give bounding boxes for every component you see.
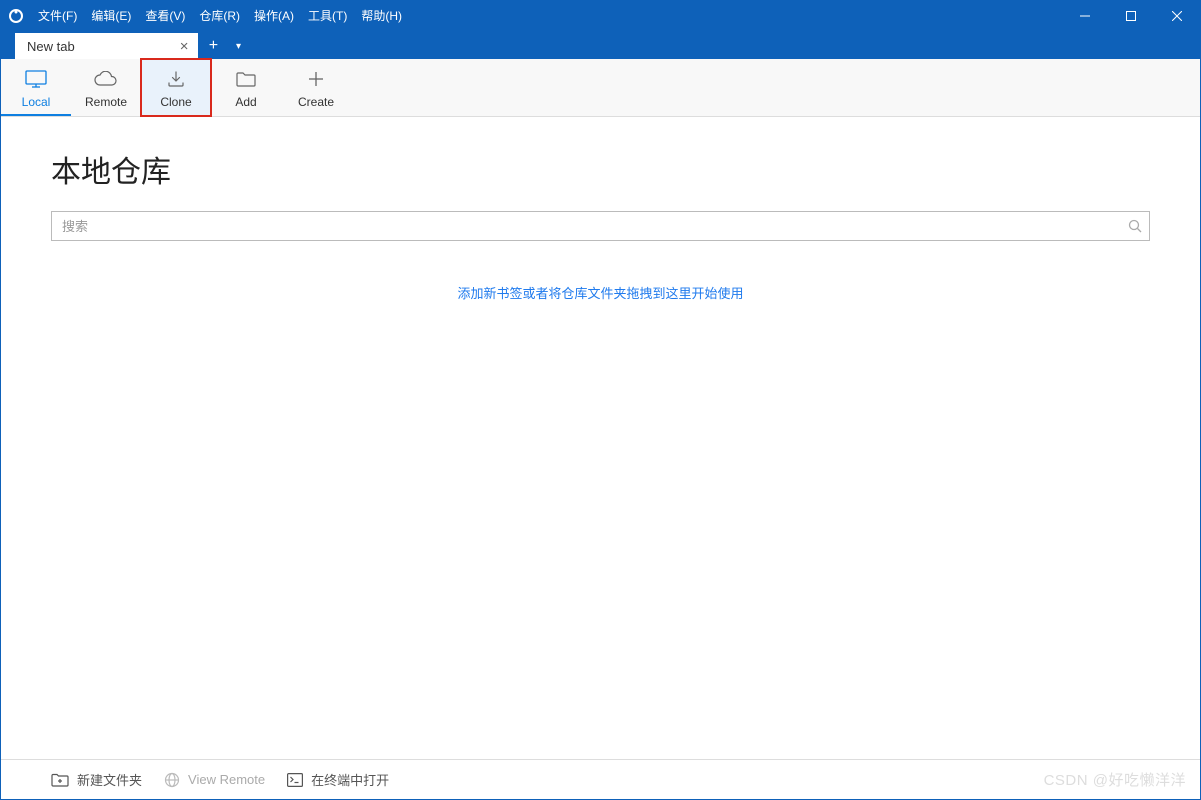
new-folder-button[interactable]: 新建文件夹 [51,770,142,789]
minimize-button[interactable] [1062,1,1108,31]
titlebar: 文件(F) 编辑(E) 查看(V) 仓库(R) 操作(A) 工具(T) 帮助(H… [1,1,1200,31]
new-tab-button[interactable]: + [198,33,228,59]
watermark: CSDN @好吃懒洋洋 [1044,769,1186,790]
menu-view[interactable]: 查看(V) [138,1,192,31]
folder-plus-icon [51,773,69,787]
tab-label: New tab [27,39,75,54]
menu-repo[interactable]: 仓库(R) [192,1,247,31]
menu-tools[interactable]: 工具(T) [301,1,354,31]
search-input[interactable] [51,211,1150,241]
clone-button[interactable]: Clone [141,59,211,116]
open-terminal-button[interactable]: 在终端中打开 [287,770,389,789]
tab-new[interactable]: New tab × [15,33,198,59]
menu-help[interactable]: 帮助(H) [354,1,409,31]
maximize-button[interactable] [1108,1,1154,31]
menu-action[interactable]: 操作(A) [247,1,301,31]
open-terminal-label: 在终端中打开 [311,770,389,789]
menu-file[interactable]: 文件(F) [31,1,84,31]
local-label: Local [22,95,51,109]
add-label: Add [235,95,256,109]
tab-close-icon[interactable]: × [180,39,189,54]
terminal-icon [287,773,303,787]
statusbar: 新建文件夹 View Remote 在终端中打开 CSDN @好吃懒洋洋 [1,759,1200,799]
window-controls [1062,1,1200,31]
tab-dropdown-button[interactable]: ▾ [228,33,248,59]
cloud-icon [94,69,118,89]
view-remote-button: View Remote [164,772,265,788]
tab-row: New tab × + ▾ [1,31,1200,59]
monitor-icon [25,69,47,89]
new-folder-label: 新建文件夹 [77,770,142,789]
main-content: 本地仓库 添加新书签或者将仓库文件夹拖拽到这里开始使用 [1,117,1200,759]
create-label: Create [298,95,334,109]
menu-edit[interactable]: 编辑(E) [84,1,138,31]
view-remote-label: View Remote [188,772,265,787]
chevron-down-icon: ▾ [236,41,241,52]
clone-label: Clone [160,95,191,109]
download-icon [167,69,185,89]
plus-icon: + [209,37,218,55]
plus-icon [308,69,324,89]
folder-icon [236,69,256,89]
remote-tab[interactable]: Remote [71,59,141,116]
search-icon [1128,219,1142,233]
local-tab[interactable]: Local [1,59,71,116]
remote-label: Remote [85,95,127,109]
globe-icon [164,772,180,788]
search-wrapper [51,211,1150,241]
create-button[interactable]: Create [281,59,351,116]
menu-bar: 文件(F) 编辑(E) 查看(V) 仓库(R) 操作(A) 工具(T) 帮助(H… [31,1,409,31]
add-bookmark-link[interactable]: 添加新书签或者将仓库文件夹拖拽到这里开始使用 [457,286,743,301]
add-button[interactable]: Add [211,59,281,116]
close-button[interactable] [1154,1,1200,31]
toolbar: Local Remote Clone Add Create [1,59,1200,117]
empty-hint: 添加新书签或者将仓库文件夹拖拽到这里开始使用 [51,283,1150,302]
app-logo-icon [1,8,31,24]
page-title: 本地仓库 [51,147,1150,191]
